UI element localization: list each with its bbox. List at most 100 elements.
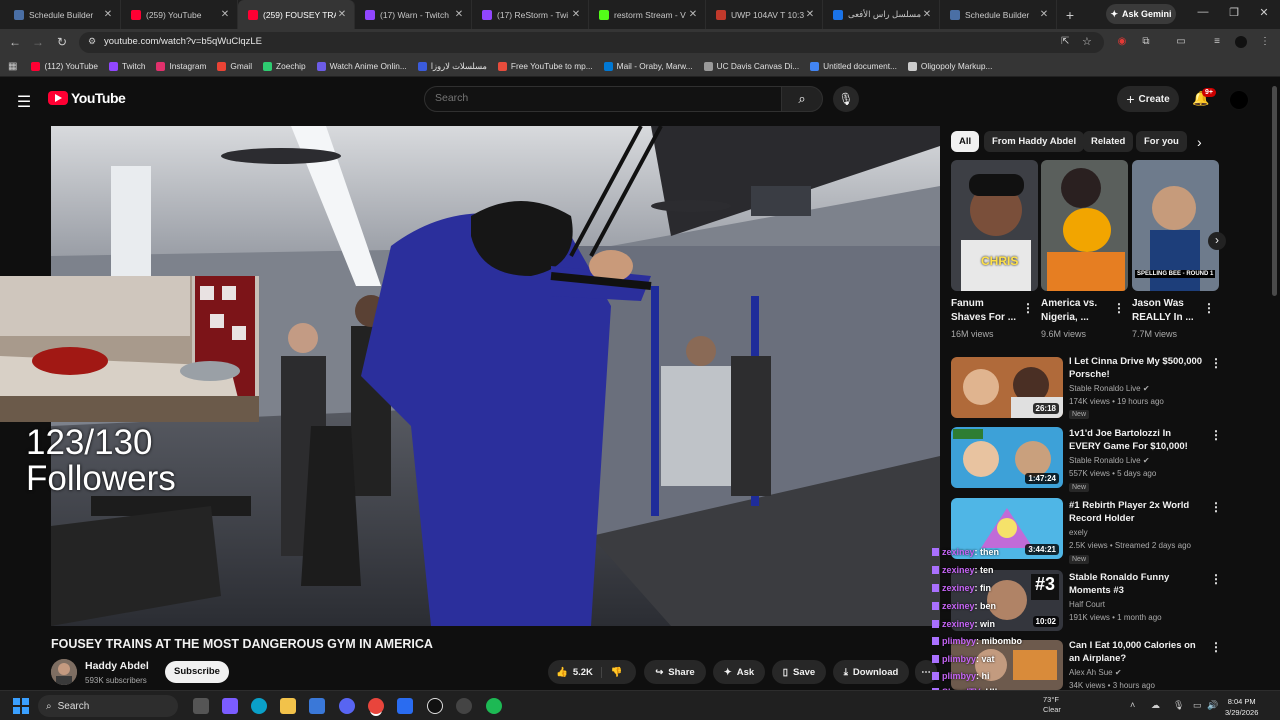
new-tab-button[interactable]: +: [1057, 7, 1083, 23]
close-tab-icon[interactable]: ✕: [219, 9, 231, 20]
copilot-icon[interactable]: [222, 698, 238, 714]
app-icon[interactable]: [397, 698, 413, 714]
related-more-icon[interactable]: ⋮: [1210, 573, 1222, 585]
forward-icon[interactable]: →: [30, 35, 46, 49]
chrome-icon[interactable]: [368, 698, 384, 714]
edge-icon[interactable]: [251, 698, 267, 714]
chip-related[interactable]: Related: [1083, 131, 1134, 152]
close-window-button[interactable]: ✕: [1256, 6, 1272, 19]
related-channel-name[interactable]: Stable Ronaldo Live ✔: [1069, 384, 1150, 393]
browser-tab[interactable]: UWP 104AV T 10:3 ✕: [706, 0, 823, 29]
page-scrollbar[interactable]: [1272, 86, 1277, 296]
related-channel-name[interactable]: Stable Ronaldo Live ✔: [1069, 456, 1150, 465]
chip-all[interactable]: All: [951, 131, 980, 152]
create-button[interactable]: + Create: [1117, 86, 1179, 112]
bookmark-item[interactable]: Instagram: [156, 61, 206, 71]
ask-button[interactable]: ✦ Ask: [713, 660, 765, 684]
spotify-icon[interactable]: [486, 698, 502, 714]
short-more-icon[interactable]: ⋮: [1022, 302, 1034, 314]
file-explorer-icon[interactable]: [280, 698, 296, 714]
chips-next-icon[interactable]: ›: [1197, 134, 1202, 150]
ask-gemini-button[interactable]: ✦ Ask Gemini: [1106, 4, 1176, 24]
short-title[interactable]: Jason Was REALLY In ...: [1132, 297, 1202, 325]
related-video-title[interactable]: 1v1'd Joe Bartolozzi In EVERY Game For $…: [1069, 427, 1204, 453]
bookmark-item[interactable]: مسلسلات لاروزا: [417, 61, 487, 71]
network-icon[interactable]: ▭: [1193, 700, 1202, 711]
search-button[interactable]: ⌕: [781, 86, 823, 112]
close-tab-icon[interactable]: ✕: [1038, 9, 1050, 20]
weather-widget[interactable]: 73°F Clear: [1043, 695, 1061, 715]
close-tab-icon[interactable]: ✕: [102, 9, 114, 20]
browser-tab[interactable]: (259) YouTube ✕: [121, 0, 238, 29]
close-tab-icon[interactable]: ✕: [453, 9, 465, 20]
short-more-icon[interactable]: ⋮: [1203, 302, 1215, 314]
related-video-title[interactable]: Stable Ronaldo Funny Moments #3: [1069, 571, 1204, 597]
extensions-puzzle-icon[interactable]: ⧉: [1140, 36, 1152, 48]
site-info-icon[interactable]: ⚙: [88, 36, 96, 47]
search-input[interactable]: [435, 92, 765, 104]
short-title[interactable]: Fanum Shaves For ...: [951, 297, 1021, 325]
download-button[interactable]: ⤓ Download: [833, 660, 909, 684]
chip-from-channel[interactable]: From Haddy Abdel: [984, 131, 1085, 152]
browser-tab[interactable]: Schedule Builder ✕: [4, 0, 121, 29]
browser-menu-icon[interactable]: ⋮: [1259, 36, 1271, 48]
youtube-logo[interactable]: YouTube: [48, 90, 126, 106]
back-icon[interactable]: ←: [7, 35, 23, 49]
related-thumbnail[interactable]: 26:18: [951, 357, 1063, 418]
browser-tab[interactable]: مسلسل راس الأفعى ✕: [823, 0, 940, 29]
media-control-icon[interactable]: ≡: [1211, 36, 1223, 48]
minimize-button[interactable]: —: [1195, 6, 1211, 18]
related-more-icon[interactable]: ⋮: [1210, 429, 1222, 441]
bookmark-item[interactable]: Free YouTube to mp...: [497, 61, 593, 71]
windows-start-icon[interactable]: [13, 698, 29, 714]
bookmark-item[interactable]: Oligopoly Markup...: [907, 61, 992, 71]
bookmark-item[interactable]: Twitch: [108, 61, 145, 71]
voice-search-button[interactable]: 🎙: [833, 86, 859, 112]
browser-tab[interactable]: restorm Stream - V ✕: [589, 0, 706, 29]
related-channel-name[interactable]: Half Court: [1069, 600, 1105, 609]
dislike-button[interactable]: 👎: [607, 667, 623, 678]
taskbar-clock[interactable]: 8:04 PM 3/29/2026: [1225, 696, 1258, 718]
bookmark-item[interactable]: Gmail: [217, 61, 252, 71]
apps-grid-icon[interactable]: ▦: [8, 61, 17, 72]
browser-tab[interactable]: (259) FOUSEY TRAIN✕: [238, 0, 355, 29]
like-button[interactable]: 👍 5.2K: [556, 666, 602, 678]
related-video-title[interactable]: #1 Rebirth Player 2x World Record Holder: [1069, 499, 1204, 525]
close-tab-icon[interactable]: ✕: [804, 9, 816, 20]
bookmark-item[interactable]: Watch Anime Onlin...: [316, 61, 407, 71]
extension-icon[interactable]: ◉: [1116, 36, 1128, 48]
volume-icon[interactable]: 🔊: [1207, 700, 1218, 711]
bookmark-item[interactable]: Zoechip: [263, 61, 306, 71]
related-channel-name[interactable]: Alex Ah Sue ✔: [1069, 668, 1122, 677]
browser-tab[interactable]: (17) Warn - Twitch ✕: [355, 0, 472, 29]
reload-icon[interactable]: ↻: [54, 35, 70, 49]
discord-icon[interactable]: [339, 698, 355, 714]
chip-for-you[interactable]: For you: [1136, 131, 1187, 152]
browser-tab[interactable]: Schedule Builder ✕: [940, 0, 1057, 29]
tray-chevron-icon[interactable]: ˄: [1130, 700, 1135, 710]
taskbar-search[interactable]: ⌕ Search: [38, 695, 178, 717]
close-tab-icon[interactable]: ✕: [336, 9, 348, 20]
share-button[interactable]: ↪ Share: [644, 660, 706, 684]
close-tab-icon[interactable]: ✕: [570, 9, 582, 20]
maximize-button[interactable]: ❐: [1226, 6, 1242, 19]
related-thumbnail[interactable]: 1:47:24: [951, 427, 1063, 488]
open-in-app-icon[interactable]: ⇱: [1061, 36, 1069, 47]
url-text[interactable]: youtube.com/watch?v=b5qWuClqzLE: [104, 36, 262, 47]
task-view-icon[interactable]: [193, 698, 209, 714]
channel-name[interactable]: Haddy Abdel: [85, 660, 149, 672]
hamburger-menu-icon[interactable]: ☰: [16, 92, 32, 112]
related-channel-name[interactable]: exely: [1069, 528, 1088, 537]
omnibox[interactable]: ⚙ youtube.com/watch?v=b5qWuClqzLE ⇱ ☆: [79, 32, 1104, 53]
short-thumbnail[interactable]: CHRIS: [951, 160, 1038, 291]
bookmark-item[interactable]: UC Davis Canvas Di...: [703, 61, 799, 71]
app-icon[interactable]: [456, 698, 472, 714]
short-title[interactable]: America vs. Nigeria, ...: [1041, 297, 1111, 325]
store-icon[interactable]: [309, 698, 325, 714]
related-video-title[interactable]: Can I Eat 10,000 Calories on an Airplane…: [1069, 639, 1204, 665]
save-button[interactable]: ▯ Save: [772, 660, 826, 684]
short-more-icon[interactable]: ⋮: [1113, 302, 1125, 314]
profile-avatar[interactable]: [1235, 36, 1247, 48]
shorts-next-icon[interactable]: ›: [1208, 232, 1226, 250]
app-icon[interactable]: [427, 698, 443, 714]
